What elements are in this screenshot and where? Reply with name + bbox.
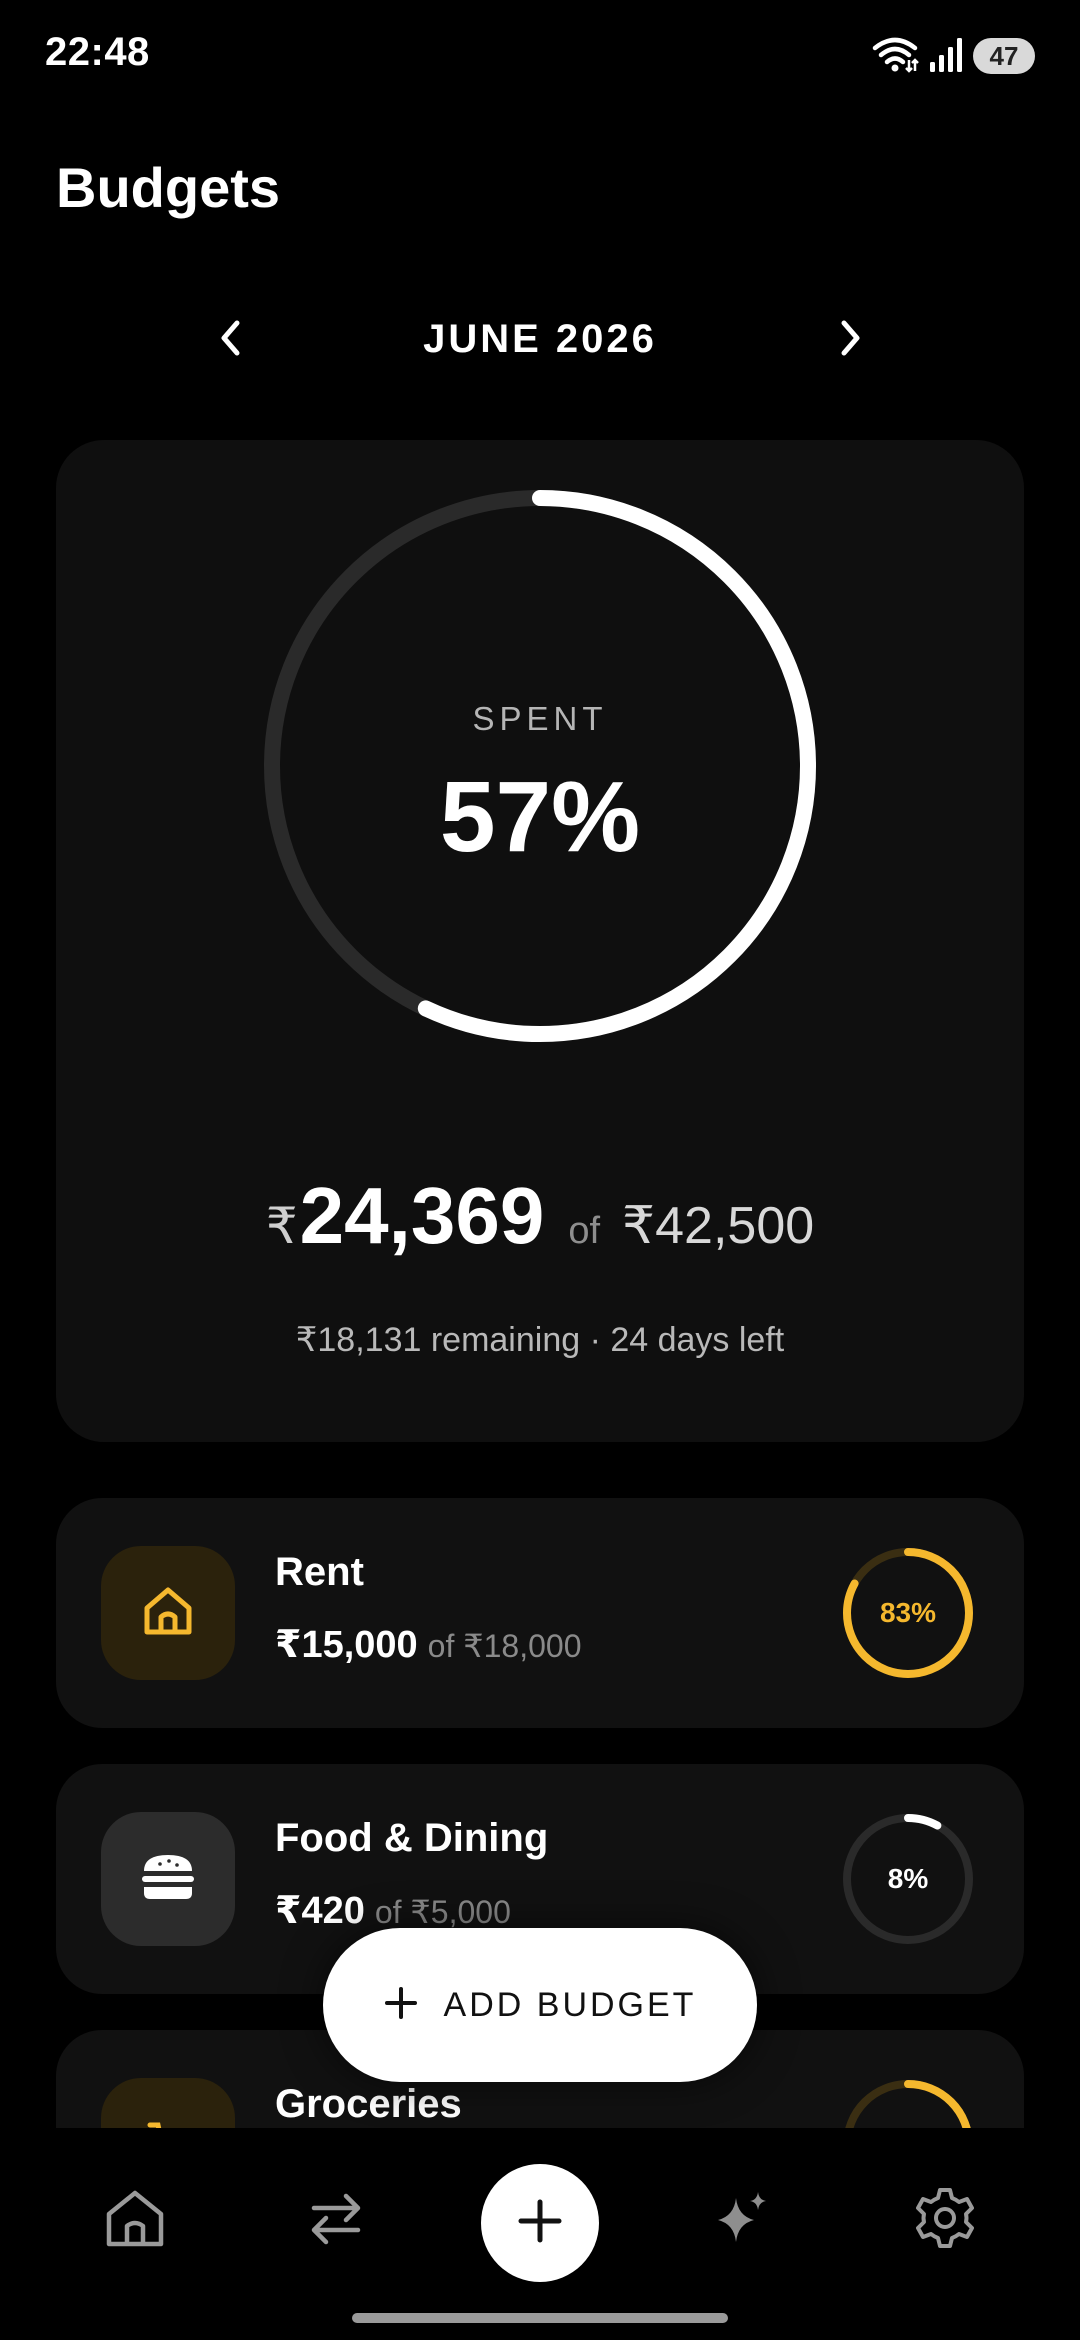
budget-spent: ₹420: [275, 1890, 365, 1932]
budget-spent: ₹15,000: [275, 1624, 418, 1666]
add-budget-label: ADD BUDGET: [443, 1985, 697, 2024]
category-icon-box: [101, 1546, 235, 1680]
budget-amount: ₹15,000 of ₹18,000: [275, 1622, 581, 1667]
status-icons: 47: [871, 34, 1035, 78]
gear-icon: [913, 2186, 977, 2255]
add-budget-button[interactable]: ADD BUDGET: [323, 1928, 757, 2082]
budget-total: of ₹18,000: [427, 1628, 582, 1664]
of-label: of: [568, 1210, 601, 1252]
month-label: JUNE 2026: [423, 317, 657, 361]
spent-amount: 24,369: [299, 1171, 545, 1260]
home-icon: [103, 2188, 167, 2253]
tab-add-transaction-button[interactable]: [481, 2164, 599, 2282]
chevron-right-icon: [835, 319, 865, 362]
currency-symbol: ₹: [265, 1198, 298, 1254]
tab-settings[interactable]: [905, 2180, 985, 2260]
tab-home[interactable]: [95, 2180, 175, 2260]
transfer-icon: [308, 2190, 364, 2251]
battery-icon: 47: [973, 38, 1035, 74]
burger-icon: [138, 1849, 198, 1910]
budget-amount: ₹420 of ₹5,000: [275, 1888, 511, 1933]
tab-insights[interactable]: [702, 2180, 782, 2260]
signal-icon: [929, 36, 963, 77]
home-indicator[interactable]: [352, 2313, 728, 2323]
budget-name: Groceries: [275, 2082, 462, 2126]
sparkle-icon: [712, 2188, 772, 2253]
plus-icon: [517, 2198, 563, 2249]
next-month-button[interactable]: [825, 315, 875, 365]
budget-percent: 83%: [879, 1597, 937, 1628]
spent-percent: 57%: [439, 761, 641, 873]
category-icon-box: [101, 1812, 235, 1946]
plus-icon: [384, 1986, 418, 2025]
spent-label: SPENT: [472, 700, 608, 737]
budget-card-rent[interactable]: Rent ₹15,000 of ₹18,000 83%: [56, 1498, 1024, 1728]
bottom-tab-bar: [0, 2128, 1080, 2298]
month-navigator: JUNE 2026: [0, 305, 1080, 375]
budget-percent: 8%: [887, 1863, 929, 1894]
tab-transactions[interactable]: [296, 2180, 376, 2260]
total-budget-amount: ₹42,500: [622, 1197, 815, 1255]
page-title: Budgets: [56, 156, 280, 219]
budget-summary-card: SPENT 57% ₹ 24,369 of ₹42,500 ₹18,131 re…: [56, 440, 1024, 1442]
budget-total: of ₹5,000: [374, 1894, 511, 1930]
budget-name: Rent: [275, 1550, 364, 1594]
status-time: 22:48: [45, 30, 150, 74]
remaining-info: ₹18,131 remaining · 24 days left: [295, 1321, 785, 1359]
status-bar: 22:48 47: [0, 0, 1080, 112]
wifi-icon: [871, 34, 919, 79]
budget-name: Food & Dining: [275, 1816, 549, 1860]
amount-line: ₹ 24,369 of ₹42,500: [56, 1170, 1024, 1262]
house-icon: [140, 1583, 196, 1644]
